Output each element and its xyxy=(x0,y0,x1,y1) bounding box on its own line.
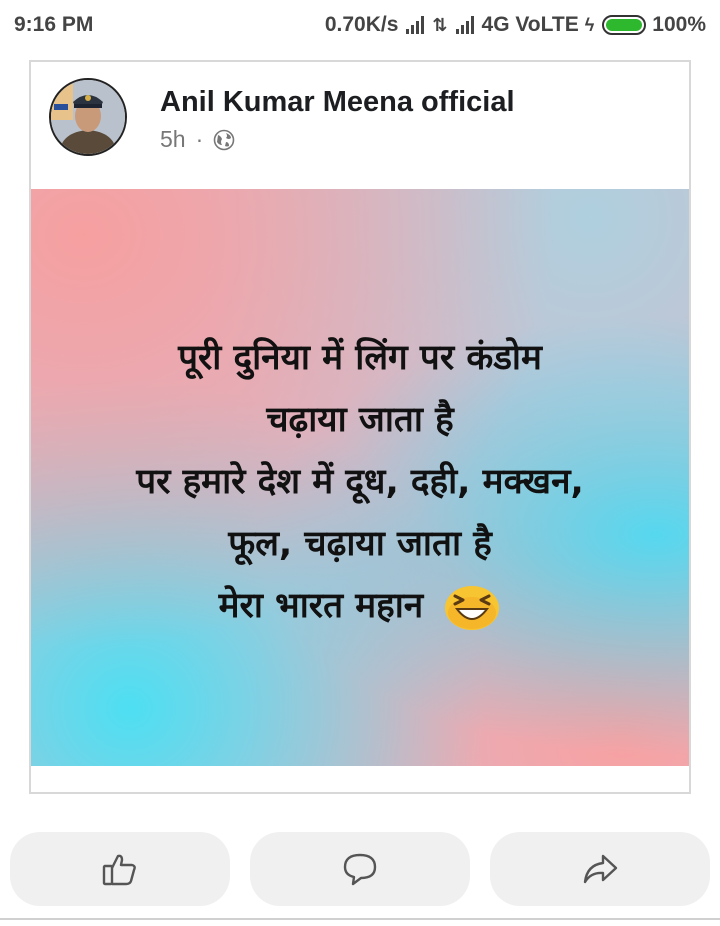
post-author[interactable]: Anil Kumar Meena official xyxy=(160,86,515,119)
status-bar: 9:16 PM 0.70K/s ⇅ 4G VoLTE ϟ 100% xyxy=(0,0,720,50)
battery-percent: 100% xyxy=(652,13,706,36)
share-button[interactable] xyxy=(490,832,710,906)
share-icon xyxy=(583,854,618,884)
post-line-last: मेरा भारत महान xyxy=(31,575,689,637)
post-line: पूरी दुनिया में लिंग पर कंडोम xyxy=(178,338,542,378)
signal-icon xyxy=(406,16,425,34)
post-line: मेरा भारत महान xyxy=(218,586,424,626)
network-type: 4G VoLTE xyxy=(481,13,579,36)
status-time: 9:16 PM xyxy=(14,13,94,36)
charging-icon: ϟ xyxy=(584,14,595,35)
thumbs-up-icon xyxy=(102,854,136,886)
bottom-divider xyxy=(0,918,720,920)
post-line: फूल, चढ़ाया जाता है xyxy=(228,524,492,564)
meta-separator: · xyxy=(195,126,204,152)
net-speed: 0.70K/s xyxy=(324,13,399,36)
comment-button[interactable] xyxy=(250,832,470,906)
data-arrows-icon: ⇅ xyxy=(432,14,448,35)
post-image[interactable]: पूरी दुनिया में लिंग पर कंडोम चढ़ाया जात… xyxy=(31,189,689,766)
battery-icon xyxy=(602,15,647,35)
post-line: पर हमारे देश में दूध, दही, मक्खन, xyxy=(136,462,584,502)
status-indicators: 0.70K/s ⇅ 4G VoLTE ϟ 100% xyxy=(325,13,706,37)
avatar[interactable] xyxy=(49,78,127,156)
comment-icon xyxy=(343,853,377,886)
post-line: चढ़ाया जाता है xyxy=(266,400,454,440)
post-text: पूरी दुनिया में लिंग पर कंडोम चढ़ाया जात… xyxy=(31,327,689,637)
post-time[interactable]: 5h xyxy=(160,126,186,153)
card-footer xyxy=(31,766,689,792)
globe-icon xyxy=(213,129,235,150)
post-card: Anil Kumar Meena official 5h · पूरी दुनि… xyxy=(29,60,691,794)
signal-icon-2 xyxy=(455,16,474,34)
laughing-face-emoji xyxy=(445,586,500,630)
post-meta: 5h · xyxy=(160,126,235,153)
like-button[interactable] xyxy=(10,832,230,906)
post-actions xyxy=(0,832,720,906)
